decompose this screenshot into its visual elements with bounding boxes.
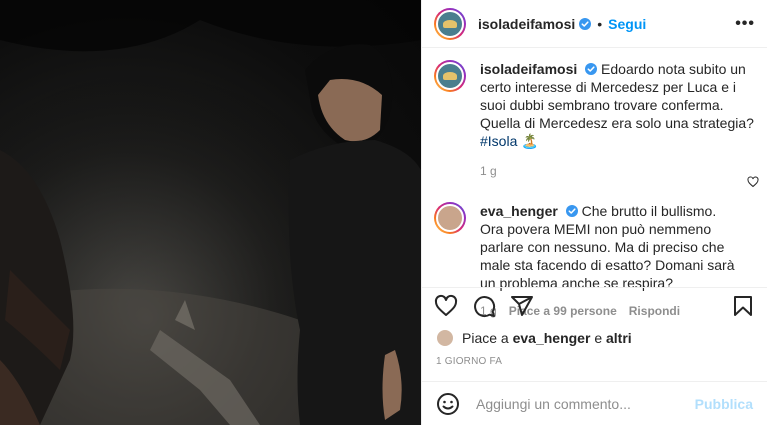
likes-summary: Piace a eva_henger e altri: [436, 329, 632, 347]
liker-avatar[interactable]: [436, 329, 454, 347]
caption-time[interactable]: 1 g: [480, 164, 497, 178]
verified-badge-icon: [565, 205, 578, 217]
post-header: isoladeifamosi • Segui •••: [422, 0, 767, 48]
comment-username[interactable]: eva_henger: [480, 203, 558, 219]
comment-body: eva_henger Che brutto il bullismo. Ora p…: [480, 202, 755, 292]
add-comment-bar: Aggiungi un commento... Pubblica: [422, 381, 767, 425]
caption-meta: 1 g: [480, 164, 755, 178]
author-username[interactable]: isoladeifamosi: [478, 16, 575, 32]
comment-item: eva_henger Che brutto il bullismo. Ora p…: [434, 198, 755, 292]
follow-button[interactable]: Segui: [608, 16, 646, 32]
commenter-avatar[interactable]: [434, 202, 466, 234]
verified-badge-icon: [579, 17, 592, 30]
author-avatar[interactable]: [434, 7, 466, 40]
comment-bubble-icon[interactable]: [472, 294, 496, 318]
post-date[interactable]: 1 GIORNO FA: [436, 356, 502, 367]
separator-dot: •: [597, 15, 603, 32]
likes-middle: e: [594, 330, 603, 346]
like-comment-heart-icon[interactable]: [747, 176, 759, 188]
share-send-icon[interactable]: [510, 294, 534, 318]
post-video[interactable]: [0, 0, 421, 425]
caption-username[interactable]: isoladeifamosi: [480, 61, 577, 77]
comments-list: isoladeifamosi Edoardo nota subito un ce…: [422, 48, 767, 318]
others-link[interactable]: altri: [606, 330, 632, 346]
publish-button[interactable]: Pubblica: [695, 396, 753, 412]
likes-prefix: Piace a: [462, 330, 509, 346]
like-heart-icon[interactable]: [434, 294, 458, 318]
caption-body: isoladeifamosi Edoardo nota subito un ce…: [480, 60, 755, 150]
post-side-panel: isoladeifamosi • Segui ••• isoladeifamos…: [421, 0, 767, 425]
caption-comment: isoladeifamosi Edoardo nota subito un ce…: [434, 56, 755, 150]
hashtag-link[interactable]: #Isola: [480, 133, 517, 149]
video-frame-image: [0, 0, 421, 425]
more-options-icon[interactable]: •••: [735, 15, 755, 33]
comment-input[interactable]: Aggiungi un commento...: [476, 396, 695, 412]
island-emoji: 🏝️: [521, 133, 539, 149]
post-actions-bar: [422, 287, 767, 323]
verified-badge-icon: [585, 63, 598, 75]
liker-username[interactable]: eva_henger: [513, 330, 591, 346]
save-bookmark-icon[interactable]: [731, 294, 755, 318]
caption-avatar[interactable]: [434, 60, 466, 92]
emoji-smiley-icon[interactable]: [436, 392, 460, 416]
instagram-post-view: isoladeifamosi • Segui ••• isoladeifamos…: [0, 0, 767, 425]
